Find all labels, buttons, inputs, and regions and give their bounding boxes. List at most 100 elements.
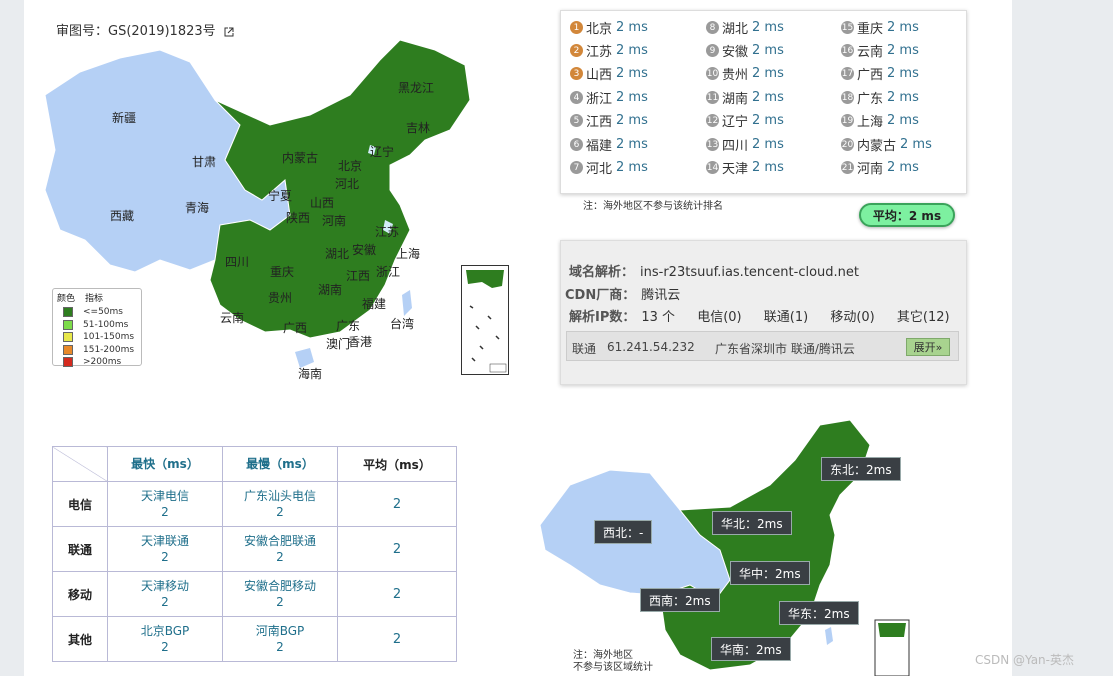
dns-domain-row: 域名解析： ins-r23tsuuf.ias.tencent-cloud.net [569,261,859,280]
rank-item-7[interactable]: 7 河北 2 ms [570,158,648,177]
rank-item-10[interactable]: 10 贵州 2 ms [706,64,784,83]
label-shaanxi: 陕西 [286,210,310,225]
label-guizhou: 贵州 [268,291,292,305]
rank-number-badge: 12 [706,114,719,127]
rank-province: 安徽 [722,45,749,60]
rank-latency: 2 ms [887,113,919,128]
row-isp: 其他 [52,616,108,662]
rank-item-4[interactable]: 4 浙江 2 ms [570,88,648,107]
region-tooltip-huanan[interactable]: 华南：2ms [711,637,791,661]
rank-item-14[interactable]: 14 天津 2 ms [706,158,784,177]
slowest-cell: 安徽合肥移动 2 [222,571,338,617]
rank-item-8[interactable]: 8 湖北 2 ms [706,18,784,37]
rank-item-3[interactable]: 3 山西 2 ms [570,64,648,83]
rank-item-1[interactable]: 1 北京 2 ms [570,18,648,37]
province-ranking-card: 1 北京 2 ms 2 江苏 2 ms 3 山西 2 ms 4 浙江 2 ms 5 江西 2 ms 6 福建 2 … [560,10,967,194]
expand-button[interactable]: 展开» [906,338,950,356]
label-guangdong: 广东 [336,319,360,333]
rank-item-19[interactable]: 19 上海 2 ms [841,111,919,130]
rank-latency: 2 ms [752,43,784,58]
table-row: 移动 天津移动 2 安徽合肥移动 2 2 [52,571,457,617]
external-link-icon[interactable] [224,27,234,37]
slowest-ms: 2 [276,640,284,654]
rank-number-badge: 8 [706,21,719,34]
rank-province: 河南 [857,162,884,177]
rank-latency: 2 ms [752,137,784,152]
rank-item-18[interactable]: 18 广东 2 ms [841,88,919,107]
legend-item: 101-150ms [57,331,137,344]
table-corner-cell [52,446,108,482]
domain-label: 域名解析： [569,265,635,280]
rank-province: 云南 [857,45,884,60]
taiwan-shape-2[interactable] [825,627,833,645]
rank-item-12[interactable]: 12 辽宁 2 ms [706,111,784,130]
slowest-cell: 广东汕头电信 2 [222,481,338,527]
map-approval-number[interactable]: 审图号：GS(2019)1823号 [56,20,234,39]
rank-item-20[interactable]: 20 内蒙古 2 ms [841,135,932,154]
inset-map-graphic [466,270,507,373]
rank-item-9[interactable]: 9 安徽 2 ms [706,41,784,60]
rank-province: 内蒙古 [857,139,897,154]
rank-item-16[interactable]: 16 云南 2 ms [841,41,919,60]
slowest-cell: 河南BGP 2 [222,616,338,662]
average-cell: 2 [337,481,457,527]
label-hainan: 海南 [298,366,322,381]
rank-latency: 2 ms [752,66,784,81]
label-xinjiang: 新疆 [112,110,136,125]
legend-label: 51-100ms [83,319,129,330]
label-liaoning: 辽宁 [370,144,394,159]
label-fujian: 福建 [362,296,386,311]
rank-number-badge: 11 [706,91,719,104]
label-jiangsu: 江苏 [375,225,399,239]
region-tooltip-xinan[interactable]: 西南：2ms [640,588,720,612]
taiwan-shape[interactable] [402,290,412,316]
rank-item-2[interactable]: 2 江苏 2 ms [570,41,648,60]
slowest-cell: 安徽合肥联通 2 [222,526,338,572]
label-xizang: 西藏 [110,209,134,223]
fastest-ms: 2 [161,640,169,654]
header-average: 平均（ms） [337,446,457,482]
region-note-line2: 不参与该区域统计 [573,662,653,673]
legend-label: >200ms [83,357,122,368]
rank-province: 河北 [586,162,613,177]
rank-province: 湖南 [722,92,749,107]
label-hebei: 河北 [335,177,359,191]
telecom-count: 电信(0) [697,310,742,325]
legend-label: 151-200ms [83,344,135,355]
legend-item: >200ms [57,356,137,369]
region-tooltip-huadong[interactable]: 华东：2ms [779,601,859,625]
legend-header-metric: 指标 [85,294,104,304]
rank-item-21[interactable]: 21 河南 2 ms [841,158,919,177]
region-tooltip-dongbei[interactable]: 东北：2ms [821,457,901,481]
rank-province: 广东 [857,92,884,107]
hainan-shape[interactable] [295,348,314,368]
rank-latency: 2 ms [887,90,919,105]
rank-item-15[interactable]: 15 重庆 2 ms [841,18,919,37]
table-row: 其他 北京BGP 2 河南BGP 2 2 [52,616,457,662]
rank-item-13[interactable]: 13 四川 2 ms [706,135,784,154]
table-row: 联通 天津联通 2 安徽合肥联通 2 2 [52,526,457,572]
label-henan: 河南 [322,213,346,228]
rank-province: 贵州 [722,68,749,83]
slowest-ms: 2 [276,505,284,519]
rank-item-6[interactable]: 6 福建 2 ms [570,135,648,154]
header-fastest: 最快（ms） [107,446,223,482]
rank-item-17[interactable]: 17 广西 2 ms [841,64,919,83]
region-tooltip-xibei[interactable]: 西北：- [594,520,653,544]
rank-item-5[interactable]: 5 江西 2 ms [570,111,648,130]
table-header-row: 最快（ms） 最慢（ms） 平均（ms） [52,446,457,482]
rank-item-11[interactable]: 11 湖南 2 ms [706,88,784,107]
dns-ip-count-row: 解析IP数： 13 个 电信(0) 联通(1) 移动(0) 其它(12) [569,306,950,325]
region-tooltip-huabei[interactable]: 华北：2ms [712,511,792,535]
rank-latency: 2 ms [887,160,919,175]
rank-number-badge: 1 [570,21,583,34]
unicom-count: 联通(1) [763,310,809,325]
region-tooltip-huazhong[interactable]: 华中：2ms [730,561,810,585]
label-heilongjiang: 黑龙江 [398,81,434,95]
rank-latency: 2 ms [752,20,784,35]
legend-item: <=50ms [57,306,137,319]
legend-label: <=50ms [83,307,123,318]
domain-value: ins-r23tsuuf.ias.tencent-cloud.net [640,265,859,280]
slowest-node: 安徽合肥联通 [243,534,316,548]
rank-province: 辽宁 [722,115,749,130]
